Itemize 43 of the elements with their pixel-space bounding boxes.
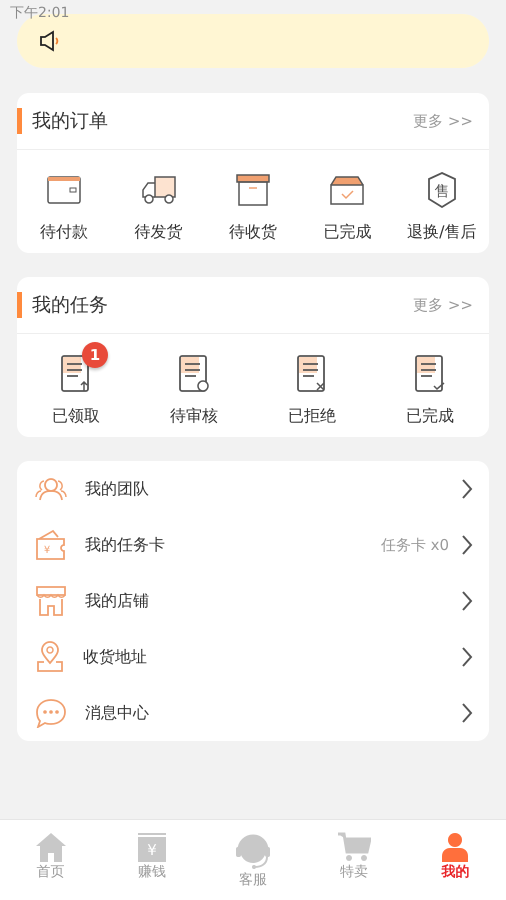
document-search-icon <box>178 354 210 394</box>
document-check-icon <box>414 354 446 394</box>
chat-bubble-icon <box>35 698 67 728</box>
menu-row[interactable]: 收货地址 <box>17 629 489 685</box>
row-value: 任务卡 x0 <box>380 536 449 554</box>
count-badge: 1 <box>82 342 108 368</box>
accent-bar <box>17 292 22 318</box>
shield-icon: 售 <box>426 172 457 208</box>
location-pin-icon <box>35 641 65 673</box>
shortcut-label[interactable]: 待收货 <box>228 222 277 243</box>
people-icon <box>35 477 67 501</box>
section-title: 我的任务 <box>32 293 108 318</box>
chevron-right-icon <box>461 478 473 500</box>
box-icon <box>236 174 270 206</box>
shortcut-label[interactable]: 待付款 <box>40 222 88 243</box>
accent-bar <box>17 108 22 134</box>
shortcut-label[interactable]: 待发货 <box>134 222 183 243</box>
shop-icon <box>35 585 67 617</box>
section-title: 我的订单 <box>32 109 108 134</box>
headset-icon <box>234 832 271 870</box>
chevron-right-icon <box>461 590 473 612</box>
status-time: 下午2:01 <box>10 4 70 22</box>
chevron-right-icon <box>461 646 473 668</box>
tab[interactable]: 我的 <box>404 820 506 900</box>
menu-row[interactable]: 我的团队 <box>17 461 489 517</box>
person-icon <box>441 832 470 862</box>
truck-icon <box>140 175 177 205</box>
shortcut-label[interactable]: 已领取 <box>52 406 100 427</box>
shortcut-label[interactable]: 已拒绝 <box>288 406 336 427</box>
cart-icon <box>337 832 372 862</box>
menu-row[interactable]: 我的店铺 <box>17 573 489 629</box>
menu-row[interactable]: 消息中心 <box>17 685 489 741</box>
home-icon <box>34 832 67 862</box>
wallet-icon <box>47 176 82 204</box>
menu-row[interactable]: ¥ 我的任务卡 任务卡 x0 <box>17 517 489 573</box>
shortcut-label[interactable]: 已完成 <box>323 222 372 243</box>
shortcut-label[interactable]: 待审核 <box>170 406 218 427</box>
chevron-right-icon <box>461 702 473 724</box>
document-cross-icon <box>296 354 328 394</box>
chevron-right-icon <box>461 534 473 556</box>
shortcut-label[interactable]: 退换/售后 <box>407 222 476 243</box>
box-check-icon <box>329 175 366 205</box>
shortcut-label[interactable]: 已完成 <box>406 406 454 427</box>
